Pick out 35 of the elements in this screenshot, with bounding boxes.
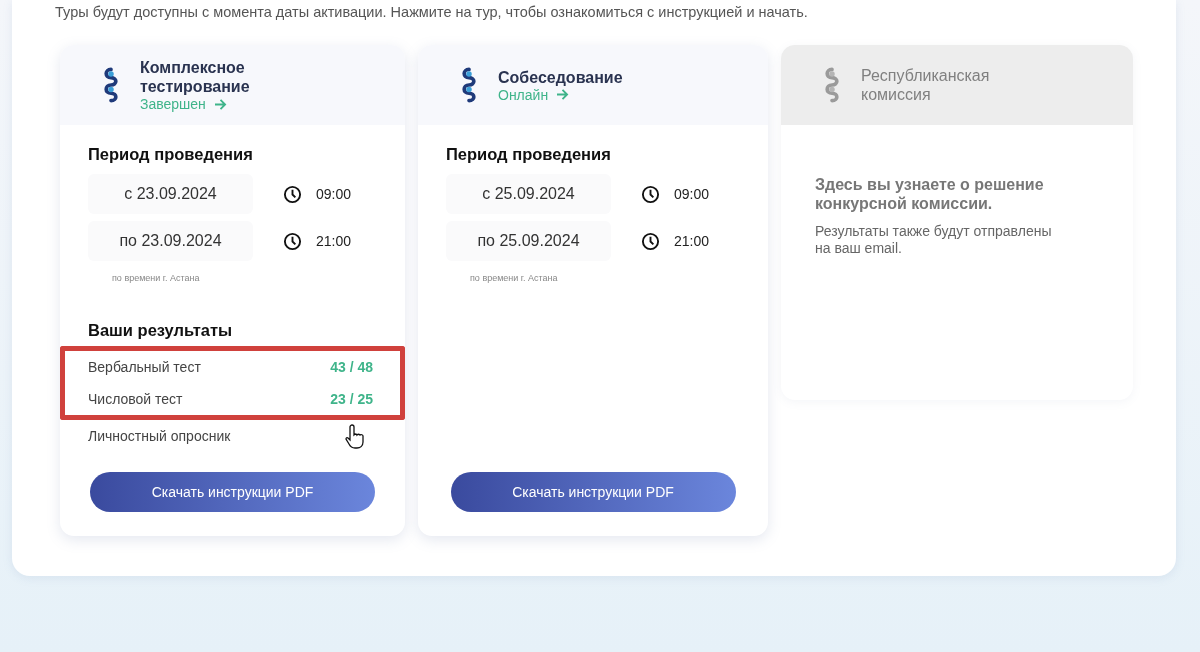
time-text: 09:00 [674,186,710,202]
section-heading: Период проведения [88,145,254,164]
description-text: Результаты также будут отправлены на ваш email. [815,223,1053,257]
time-text: 09:00 [316,186,352,202]
timezone-note: по времени г. Астана [112,273,201,283]
tour-title: Комплексное тестирование [140,58,251,96]
clock-icon [641,231,660,251]
clock-icon [283,231,302,251]
date-field: по 25.09.2024 [446,221,611,261]
date-field: с 25.09.2024 [446,174,611,214]
tour-card[interactable]: Собеседование Онлайн Период проведения с 25.09.2024 09:00 по 25.09.2024 21:00 по времени г. Астана Скачать инструкции PDF [418,45,768,536]
description-text: Здесь вы узнаете о решение конкурсной комиссии. [815,175,1045,213]
tour-title: Собеседование [498,67,624,87]
test-score: 23 / 25 [330,391,373,407]
tour-card[interactable] [60,45,405,536]
intro-text: Туры будут доступны с момента даты активации. Нажмите на тур, чтобы ознакомиться с инструкцией и начать. [55,4,809,20]
time-text: 21:00 [674,233,710,249]
test-score: 43 / 48 [330,359,373,375]
date-field: по 23.09.2024 [88,221,253,261]
download-pdf-button[interactable]: Скачать инструкции PDF [450,472,736,512]
clock-icon [283,184,302,204]
test-name: Личностный опросник [88,428,231,444]
download-pdf-button[interactable]: Скачать инструкции PDF [90,472,375,512]
tour-title: Республиканская комиссия [861,66,991,104]
clock-icon [641,184,660,204]
test-name: Вербальный тест [88,359,201,375]
arrow-right-icon [556,89,570,100]
section-heading: Период проведения [446,145,612,164]
section-heading: Ваши результаты [88,321,234,340]
date-field: с 23.09.2024 [88,174,253,214]
hand-cursor-icon [345,423,365,449]
time-text: 21:00 [316,233,352,249]
arrow-right-icon [213,98,227,110]
timezone-note: по времени г. Астана [470,273,559,283]
test-name: Числовой тест [88,391,183,407]
